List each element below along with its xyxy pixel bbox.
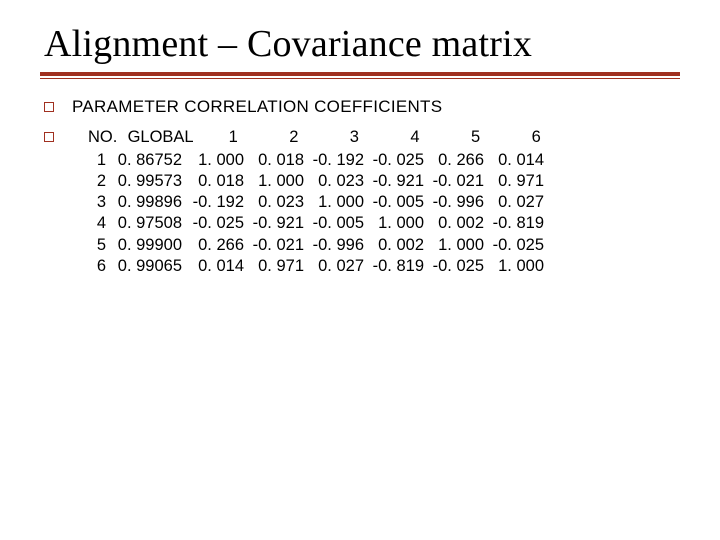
col-global: GLOBAL <box>121 127 201 148</box>
cell: -0. 192 <box>310 150 370 171</box>
table-row: NO. GLOBAL 1 2 3 4 5 6 1 0. 86752 1. 000 <box>44 127 680 277</box>
cell-global: 0. 99896 <box>112 192 190 213</box>
cell-global: 0. 99573 <box>112 171 190 192</box>
square-bullet-icon <box>44 102 54 112</box>
col-4: 4 <box>387 127 443 148</box>
cell: 0. 266 <box>190 235 250 256</box>
cell: -0. 005 <box>370 192 430 213</box>
table-row: 6 0. 99065 0. 014 0. 971 0. 027 -0. 819 … <box>88 256 550 277</box>
cell: 0. 018 <box>250 150 310 171</box>
slide: Alignment – Covariance matrix PARAMETER … <box>0 0 720 540</box>
cell: 0. 018 <box>190 171 250 192</box>
cell-no: 4 <box>88 213 112 234</box>
cell-global: 0. 86752 <box>112 150 190 171</box>
cell: 0. 014 <box>190 256 250 277</box>
cell: -0. 021 <box>430 171 490 192</box>
square-bullet-icon <box>44 132 54 142</box>
cell: -0. 921 <box>370 171 430 192</box>
col-6: 6 <box>508 127 564 148</box>
table-body: 1 0. 86752 1. 000 0. 018 -0. 192 -0. 025… <box>88 150 550 277</box>
cell: 0. 266 <box>430 150 490 171</box>
cell: -0. 192 <box>190 192 250 213</box>
cell: -0. 025 <box>430 256 490 277</box>
cell: -0. 819 <box>370 256 430 277</box>
cell: -0. 021 <box>250 235 310 256</box>
cell: -0. 996 <box>430 192 490 213</box>
cell-no: 5 <box>88 235 112 256</box>
table-row: 5 0. 99900 0. 266 -0. 021 -0. 996 0. 002… <box>88 235 550 256</box>
col-1: 1 <box>205 127 261 148</box>
cell: 1. 000 <box>370 213 430 234</box>
col-no: NO. <box>88 127 116 148</box>
table-row: 4 0. 97508 -0. 025 -0. 921 -0. 005 1. 00… <box>88 213 550 234</box>
title-rule-thick <box>40 72 680 76</box>
cell: -0. 819 <box>490 213 550 234</box>
cell: 0. 027 <box>310 256 370 277</box>
cell: -0. 025 <box>490 235 550 256</box>
cell: 1. 000 <box>250 171 310 192</box>
correlation-table: NO. GLOBAL 1 2 3 4 5 6 1 0. 86752 1. 000 <box>72 127 564 277</box>
cell: -0. 921 <box>250 213 310 234</box>
cell-global: 0. 99065 <box>112 256 190 277</box>
cell-no: 3 <box>88 192 112 213</box>
table-row: 2 0. 99573 0. 018 1. 000 0. 023 -0. 921 … <box>88 171 550 192</box>
cell: -0. 996 <box>310 235 370 256</box>
cell: 1. 000 <box>430 235 490 256</box>
cell: 0. 023 <box>250 192 310 213</box>
cell: 0. 023 <box>310 171 370 192</box>
slide-body: PARAMETER CORRELATION COEFFICIENTS NO. G… <box>40 93 680 277</box>
cell: -0. 025 <box>190 213 250 234</box>
subtitle-row: PARAMETER CORRELATION COEFFICIENTS <box>44 97 680 117</box>
cell-no: 1 <box>88 150 112 171</box>
section-subtitle: PARAMETER CORRELATION COEFFICIENTS <box>72 97 442 117</box>
cell-global: 0. 97508 <box>112 213 190 234</box>
col-3: 3 <box>326 127 382 148</box>
cell: 1. 000 <box>190 150 250 171</box>
cell: 0. 002 <box>370 235 430 256</box>
table-header: NO. GLOBAL 1 2 3 4 5 6 <box>88 127 564 148</box>
table-row: 1 0. 86752 1. 000 0. 018 -0. 192 -0. 025… <box>88 150 550 171</box>
cell: 0. 002 <box>430 213 490 234</box>
cell-global: 0. 99900 <box>112 235 190 256</box>
title-rule-thin <box>40 78 680 79</box>
cell: 0. 027 <box>490 192 550 213</box>
slide-title: Alignment – Covariance matrix <box>44 22 680 66</box>
cell: 0. 014 <box>490 150 550 171</box>
cell: -0. 025 <box>370 150 430 171</box>
cell: -0. 005 <box>310 213 370 234</box>
cell: 0. 971 <box>490 171 550 192</box>
col-2: 2 <box>266 127 322 148</box>
col-5: 5 <box>448 127 504 148</box>
cell-no: 6 <box>88 256 112 277</box>
cell: 1. 000 <box>310 192 370 213</box>
cell: 0. 971 <box>250 256 310 277</box>
cell: 1. 000 <box>490 256 550 277</box>
table-row: 3 0. 99896 -0. 192 0. 023 1. 000 -0. 005… <box>88 192 550 213</box>
cell-no: 2 <box>88 171 112 192</box>
